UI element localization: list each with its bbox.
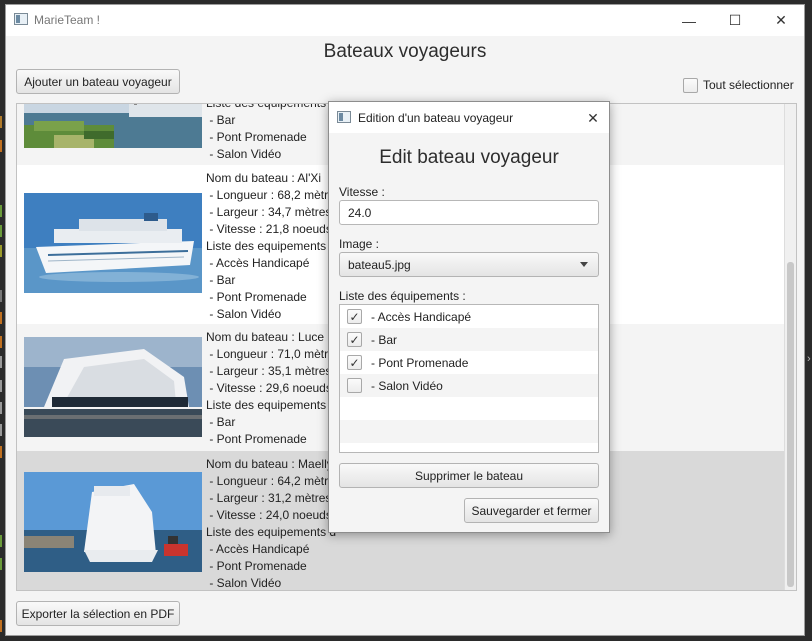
- equipments-list[interactable]: ✓ - Accès Handicapé ✓ - Bar ✓ - Pont Pro…: [339, 304, 599, 453]
- equipment-item[interactable]: ✓ - Pont Promenade: [340, 351, 598, 374]
- dialog-heading: Edit bateau voyageur: [379, 147, 559, 168]
- minimize-button[interactable]: —: [666, 5, 712, 36]
- equipment-label: - Pont Promenade: [371, 356, 469, 370]
- boat-image: [24, 472, 202, 572]
- chevron-right-icon: ›: [807, 353, 811, 365]
- equipments-label: Liste des équipements :: [339, 289, 466, 303]
- page-title: Bateaux voyageurs: [323, 41, 487, 62]
- close-button[interactable]: ✕: [758, 5, 804, 36]
- image-select[interactable]: bateau5.jpg: [339, 252, 599, 277]
- dialog-close-button[interactable]: ✕: [581, 107, 605, 129]
- dialog-app-icon: [337, 111, 351, 123]
- add-boat-button[interactable]: Ajouter un bateau voyageur: [16, 69, 180, 94]
- boat-details: Nom du bateau : Maelly - Longueur : 64,2…: [206, 457, 341, 590]
- equipment-checkbox[interactable]: [347, 378, 362, 393]
- empty-list-row: [340, 420, 598, 443]
- list-scrollbar[interactable]: [784, 104, 796, 590]
- dialog-window-title: Edition d'un bateau voyageur: [358, 111, 514, 125]
- equipment-label: - Bar: [371, 333, 398, 347]
- boat-image: [24, 193, 202, 293]
- equipment-checkbox-checked[interactable]: ✓: [347, 355, 362, 370]
- equipment-item[interactable]: ✓ - Accès Handicapé: [340, 305, 598, 328]
- title-bar: MarieTeam ! — ☐ ✕: [6, 5, 804, 36]
- empty-list-row: [340, 397, 598, 420]
- boat-details: Liste des equipements d - Bar - Pont Pro…: [206, 103, 337, 161]
- maximize-button[interactable]: ☐: [712, 5, 758, 36]
- app-icon: [14, 13, 28, 25]
- image-label: Image :: [339, 237, 380, 251]
- image-select-value: bateau5.jpg: [348, 257, 411, 272]
- speed-input[interactable]: 24.0: [339, 200, 599, 225]
- save-close-button[interactable]: Sauvegarder et fermer: [464, 498, 599, 523]
- scrollbar-thumb[interactable]: [787, 262, 794, 587]
- boat-image: [24, 104, 202, 148]
- equipment-checkbox-checked[interactable]: ✓: [347, 309, 362, 324]
- equipment-label: - Accès Handicapé: [371, 310, 472, 324]
- speed-label: Vitesse :: [339, 185, 385, 199]
- select-all-label: Tout sélectionner: [703, 78, 794, 92]
- equipment-label: - Salon Vidéo: [371, 379, 443, 393]
- edit-dialog: Edition d'un bateau voyageur ✕ Edit bate…: [328, 101, 610, 533]
- chevron-down-icon: [580, 262, 588, 267]
- dialog-title-bar: Edition d'un bateau voyageur ✕: [329, 102, 609, 133]
- window-title: MarieTeam !: [34, 13, 101, 27]
- delete-boat-button[interactable]: Supprimer le bateau: [339, 463, 599, 488]
- select-all-checkbox[interactable]: [683, 78, 698, 93]
- equipment-item[interactable]: ✓ - Bar: [340, 328, 598, 351]
- equipment-checkbox-checked[interactable]: ✓: [347, 332, 362, 347]
- speed-input-value: 24.0: [348, 206, 372, 220]
- boat-details: Nom du bateau : Luce i - Longueur : 71,0…: [206, 330, 341, 446]
- equipment-item[interactable]: - Salon Vidéo: [340, 374, 598, 397]
- boat-image: [24, 337, 202, 437]
- export-pdf-button[interactable]: Exporter la sélection en PDF: [16, 601, 180, 626]
- boat-details: Nom du bateau : Al'Xi - Longueur : 68,2 …: [206, 171, 341, 321]
